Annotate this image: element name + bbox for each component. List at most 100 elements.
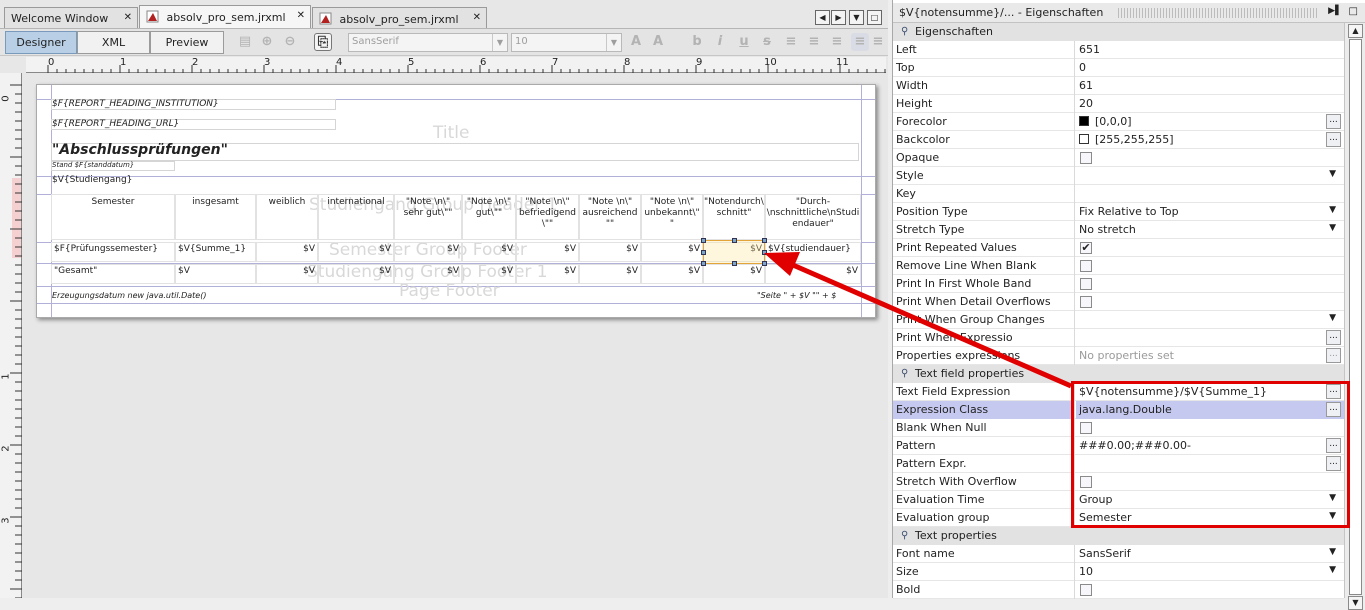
- value-cell[interactable]: $V: [516, 242, 579, 262]
- maximize-icon[interactable]: □: [1349, 6, 1358, 17]
- checkbox[interactable]: [1080, 278, 1092, 290]
- tab-welcome-window[interactable]: Welcome Window ✕: [4, 7, 138, 28]
- bold-icon[interactable]: b: [688, 33, 706, 51]
- value-cell[interactable]: $V: [318, 264, 394, 284]
- prop-row-stretch-type[interactable]: Stretch Type No stretch ▼: [893, 221, 1344, 239]
- prop-value-position-type[interactable]: Fix Relative to Top ▼: [1076, 203, 1344, 221]
- chevron-down-icon[interactable]: ▼: [1329, 565, 1336, 575]
- resize-handle[interactable]: [762, 261, 767, 266]
- resize-handle[interactable]: [732, 238, 737, 243]
- layers-icon[interactable]: ▤: [236, 33, 254, 51]
- prop-row-remove-line-when-blank[interactable]: Remove Line When Blank: [893, 257, 1344, 275]
- tab-list-icon[interactable]: ▼: [849, 10, 864, 25]
- prop-row-print-when-expressio[interactable]: Print When Expressio...: [893, 329, 1344, 347]
- value-cell[interactable]: $V: [579, 264, 641, 284]
- heading-url-field[interactable]: $F{REPORT_HEADING_URL}: [52, 119, 179, 129]
- value-cell[interactable]: $V: [256, 264, 318, 284]
- prop-row-font-name[interactable]: Font name SansSerif ▼: [893, 545, 1344, 563]
- ellipsis-button[interactable]: ...: [1326, 132, 1341, 147]
- column-header-cell[interactable]: Semester: [51, 194, 175, 240]
- align-justify-icon[interactable]: ≡: [805, 33, 823, 51]
- prop-row-height[interactable]: Height 20: [893, 95, 1344, 113]
- align-left-icon[interactable]: ≡: [782, 33, 800, 51]
- prop-value-opaque[interactable]: [1076, 149, 1344, 167]
- stand-date-field[interactable]: Stand $F{standdatum}: [52, 161, 134, 169]
- column-header-cell[interactable]: "Note \n\" befriedigend \"": [516, 194, 579, 240]
- prop-value-print-when-detail-overflows[interactable]: [1076, 293, 1344, 311]
- align-right-icon[interactable]: ≡: [851, 33, 869, 51]
- tab-absolv-pro-sem-active[interactable]: absolv_pro_sem.jrxml ✕: [139, 5, 311, 28]
- strikethrough-icon[interactable]: s: [758, 33, 776, 51]
- report-canvas[interactable]: Title Studiengang Group Header 1 Semeste…: [36, 84, 876, 318]
- selected-element[interactable]: [701, 238, 767, 266]
- chevron-down-icon[interactable]: ▼: [1329, 223, 1336, 233]
- heading-institution-field[interactable]: $F{REPORT_HEADING_INSTITUTION}: [52, 99, 219, 109]
- report-title-field[interactable]: "Abschlussprüfungen": [52, 142, 228, 158]
- designer-button[interactable]: Designer: [5, 31, 77, 54]
- column-header-cell[interactable]: "Note \n\" sehr gut\"": [394, 194, 462, 240]
- font-name-select[interactable]: SansSerif ▼: [348, 33, 508, 52]
- checkbox[interactable]: ✔: [1080, 242, 1092, 254]
- prop-value-print-in-first-whole-band[interactable]: [1076, 275, 1344, 293]
- studiengang-field[interactable]: $V{Studiengang}: [52, 175, 132, 185]
- prop-value-print-repeated-values[interactable]: ✔: [1076, 239, 1344, 257]
- value-cell[interactable]: "Gesamt": [51, 264, 175, 284]
- scroll-right-icon[interactable]: ▶: [831, 10, 846, 25]
- prop-row-properties-expressions[interactable]: Properties expressions No properties set.…: [893, 347, 1344, 365]
- chevron-down-icon[interactable]: ▼: [1329, 313, 1336, 323]
- ellipsis-button[interactable]: ...: [1326, 348, 1341, 363]
- value-cell[interactable]: $V: [394, 242, 462, 262]
- resize-handle[interactable]: [762, 250, 767, 255]
- resize-handle[interactable]: [701, 261, 706, 266]
- value-cell[interactable]: $V: [641, 264, 703, 284]
- column-header-cell[interactable]: weiblich: [256, 194, 318, 240]
- value-cell[interactable]: $V: [462, 242, 516, 262]
- checkbox[interactable]: [1080, 152, 1092, 164]
- value-cell[interactable]: $V: [175, 264, 256, 284]
- font-size-select[interactable]: 10 ▼: [511, 33, 622, 52]
- value-cell[interactable]: $V: [703, 264, 765, 284]
- footer-date-field[interactable]: Erzeugungsdatum new java.util.Date(): [52, 291, 206, 300]
- column-header-cell[interactable]: "Notendurch\n-schnitt": [703, 194, 765, 240]
- prop-row-backcolor[interactable]: Backcolor [255,255,255]...: [893, 131, 1344, 149]
- chevron-down-icon[interactable]: ▼: [1329, 547, 1336, 557]
- checkbox[interactable]: [1080, 584, 1092, 596]
- column-header-cell[interactable]: international: [318, 194, 394, 240]
- prop-row-width[interactable]: Width 61: [893, 77, 1344, 95]
- paste-icon[interactable]: ⎘: [314, 33, 332, 51]
- resize-handle[interactable]: [701, 250, 706, 255]
- chevron-down-icon[interactable]: ▼: [1329, 169, 1336, 179]
- footer-page-field[interactable]: "Seite " + $V "" + $: [757, 291, 836, 300]
- column-header-cell[interactable]: "Durch- \nschnittliche\nStudi endauer": [765, 194, 861, 240]
- value-cell[interactable]: $V: [256, 242, 318, 262]
- scroll-thumb[interactable]: [1349, 39, 1362, 595]
- chevron-down-icon[interactable]: ▼: [1329, 205, 1336, 215]
- column-header-cell[interactable]: "Note \n\" gut\"": [462, 194, 516, 240]
- close-icon[interactable]: ✕: [473, 12, 481, 23]
- column-header-cell[interactable]: "Note \n\" ausreichend "": [579, 194, 641, 240]
- checkbox[interactable]: [1080, 260, 1092, 272]
- resize-handle[interactable]: [762, 238, 767, 243]
- column-header-cell[interactable]: insgesamt: [175, 194, 256, 240]
- checkbox[interactable]: [1080, 296, 1092, 308]
- prop-value-font-name[interactable]: SansSerif ▼: [1076, 545, 1344, 563]
- prop-value-bold[interactable]: [1076, 581, 1344, 599]
- prop-row-print-in-first-whole-band[interactable]: Print In First Whole Band: [893, 275, 1344, 293]
- prop-value-key[interactable]: [1076, 185, 1344, 203]
- value-cell[interactable]: $V: [394, 264, 462, 284]
- section-eigenschaften[interactable]: ⚲ Eigenschaften: [893, 23, 1344, 41]
- value-cell[interactable]: $F{Prüfungssemester}: [51, 242, 175, 262]
- value-cell[interactable]: $V{Summe_1}: [175, 242, 256, 262]
- prop-value-height[interactable]: 20: [1076, 95, 1344, 113]
- column-header-cell[interactable]: "Note \n\" unbekannt\" ": [641, 194, 703, 240]
- drag-grip[interactable]: [1118, 8, 1318, 18]
- value-cell[interactable]: $V{studiendauer}: [765, 242, 861, 262]
- value-cell[interactable]: $V: [516, 264, 579, 284]
- zoom-out-icon[interactable]: ⊖: [281, 33, 299, 51]
- prop-row-print-when-detail-overflows[interactable]: Print When Detail Overflows: [893, 293, 1344, 311]
- align-more-icon[interactable]: ≡: [871, 33, 885, 51]
- prop-value-backcolor[interactable]: [255,255,255]...: [1076, 131, 1344, 149]
- minimize-icon[interactable]: ▶▌: [1328, 6, 1342, 16]
- close-icon[interactable]: ✕: [124, 12, 132, 23]
- prop-value-forecolor[interactable]: [0,0,0]...: [1076, 113, 1344, 131]
